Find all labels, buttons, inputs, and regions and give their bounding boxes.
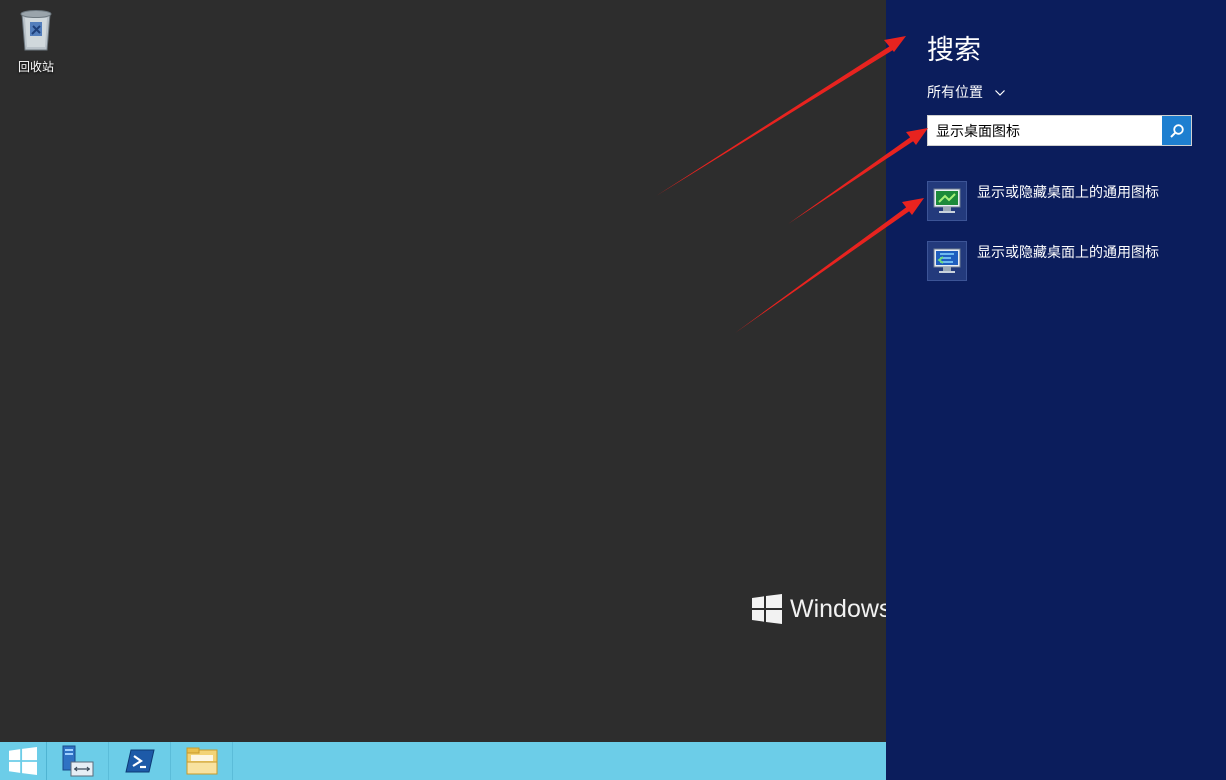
search-scope-dropdown[interactable]: 所有位置 — [927, 82, 1005, 102]
windows-watermark: Windows — [752, 594, 886, 624]
chevron-down-icon — [995, 84, 1005, 100]
search-scope-label: 所有位置 — [927, 85, 983, 101]
watermark-text: Windows — [790, 594, 886, 623]
recycle-bin-label: 回收站 — [17, 60, 54, 74]
taskbar-file-explorer[interactable] — [171, 742, 233, 780]
taskbar-server-manager[interactable] — [47, 742, 109, 780]
taskbar-powershell[interactable] — [109, 742, 171, 780]
desktop: 回收站 Windows — [0, 0, 886, 742]
search-charm-pane: 搜索 所有位置 显示或隐藏桌面上的通用图标 — [886, 0, 1226, 780]
recycle-bin-icon — [20, 10, 52, 51]
taskbar — [0, 742, 886, 780]
start-button[interactable] — [0, 742, 46, 780]
search-result-item[interactable]: 显示或隐藏桌面上的通用图标 — [927, 181, 1207, 221]
monitor-icon — [927, 181, 967, 221]
search-result-item[interactable]: 显示或隐藏桌面上的通用图标 — [927, 241, 1207, 281]
recycle-bin-shortcut[interactable]: 回收站 — [8, 6, 64, 75]
windows-logo-icon — [752, 594, 782, 624]
search-box — [927, 115, 1192, 146]
windows-logo-icon — [9, 747, 37, 775]
folder-icon — [186, 747, 217, 775]
monitor-icon — [927, 241, 967, 281]
search-pane-title: 搜索 — [927, 35, 981, 66]
search-input[interactable] — [928, 116, 1162, 145]
search-button[interactable] — [1162, 116, 1191, 145]
powershell-icon — [124, 749, 155, 773]
server-manager-icon — [62, 745, 93, 777]
search-icon — [1169, 123, 1184, 138]
search-result-label: 显示或隐藏桌面上的通用图标 — [977, 185, 1159, 201]
search-result-label: 显示或隐藏桌面上的通用图标 — [977, 245, 1159, 261]
